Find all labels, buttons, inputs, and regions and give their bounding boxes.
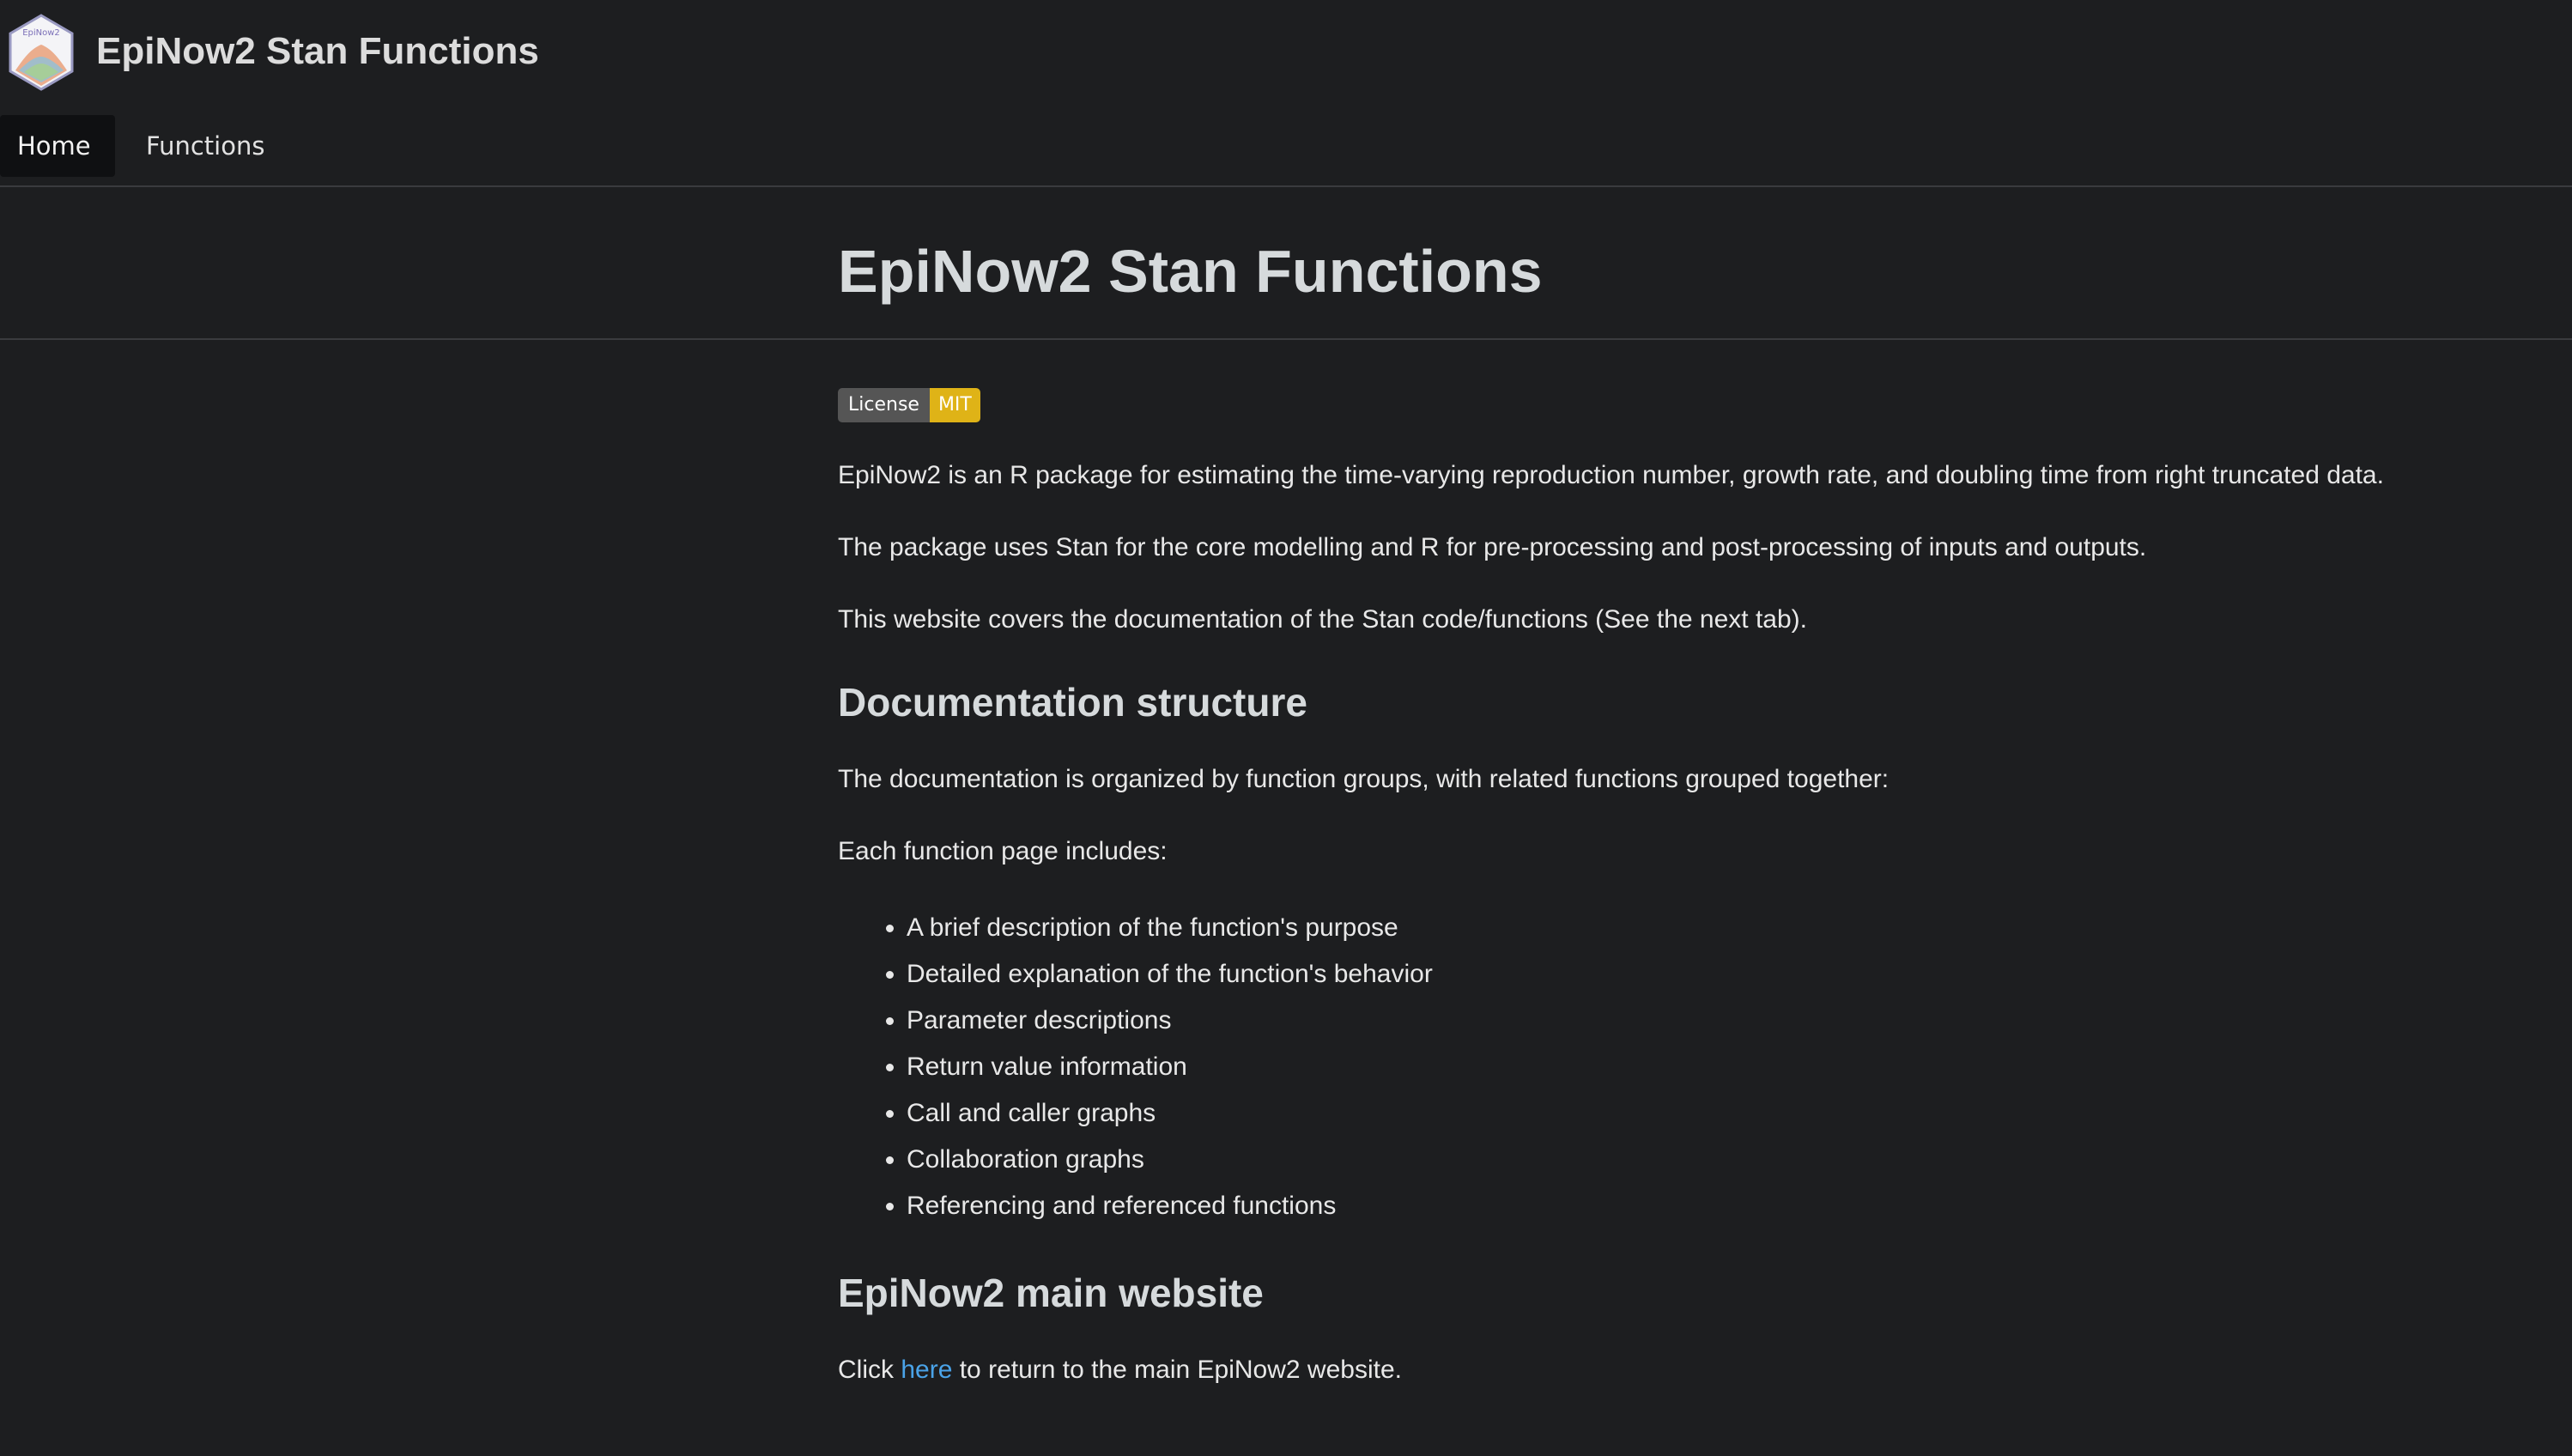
main-website-text-after: to return to the main EpiNow2 website.	[952, 1356, 1402, 1384]
main-website-link[interactable]: here	[901, 1356, 952, 1384]
page-contents: License MIT EpiNow2 is an R package for …	[838, 388, 2520, 1389]
list-item: Referencing and referenced functions	[907, 1183, 2520, 1229]
main-website-heading: EpiNow2 main website	[838, 1271, 1264, 1315]
list-item: A brief description of the function's pu…	[907, 905, 2520, 951]
svg-text:EpiNow2: EpiNow2	[22, 28, 60, 38]
list-item: Call and caller graphs	[907, 1090, 2520, 1137]
license-badge-value: MIT	[929, 388, 980, 422]
main-nav: Home Functions	[0, 115, 282, 177]
nav-divider	[0, 185, 2572, 187]
function-page-features-list: A brief description of the function's pu…	[838, 905, 2520, 1229]
list-item: Detailed explanation of the function's b…	[907, 951, 2520, 998]
list-item: Parameter descriptions	[907, 998, 2520, 1044]
tab-functions[interactable]: Functions	[124, 115, 282, 177]
license-badge[interactable]: License MIT	[838, 388, 980, 422]
intro-paragraph-3: This website covers the documentation of…	[838, 605, 1807, 634]
license-badge-label: License	[838, 388, 930, 422]
function-page-includes-text: Each function page includes:	[838, 837, 1168, 865]
epinow2-logo-icon[interactable]: EpiNow2	[7, 14, 76, 91]
tab-home[interactable]: Home	[0, 115, 115, 177]
title-area: EpiNow2 EpiNow2 Stan Functions	[0, 0, 2572, 106]
list-item: Return value information	[907, 1044, 2520, 1090]
doc-structure-heading: Documentation structure	[838, 680, 1307, 725]
main-website-text-before: Click	[838, 1356, 901, 1384]
intro-paragraph-2: The package uses Stan for the core model…	[838, 533, 2147, 561]
page-title: EpiNow2 Stan Functions	[838, 238, 1543, 305]
intro-paragraph-1: EpiNow2 is an R package for estimating t…	[838, 461, 2384, 489]
list-item: Collaboration graphs	[907, 1137, 2520, 1183]
project-name: EpiNow2 Stan Functions	[96, 30, 539, 72]
doc-structure-text: The documentation is organized by functi…	[838, 765, 1890, 793]
main-website-paragraph: Click here to return to the main EpiNow2…	[838, 1351, 2520, 1389]
header-divider	[0, 338, 2572, 340]
